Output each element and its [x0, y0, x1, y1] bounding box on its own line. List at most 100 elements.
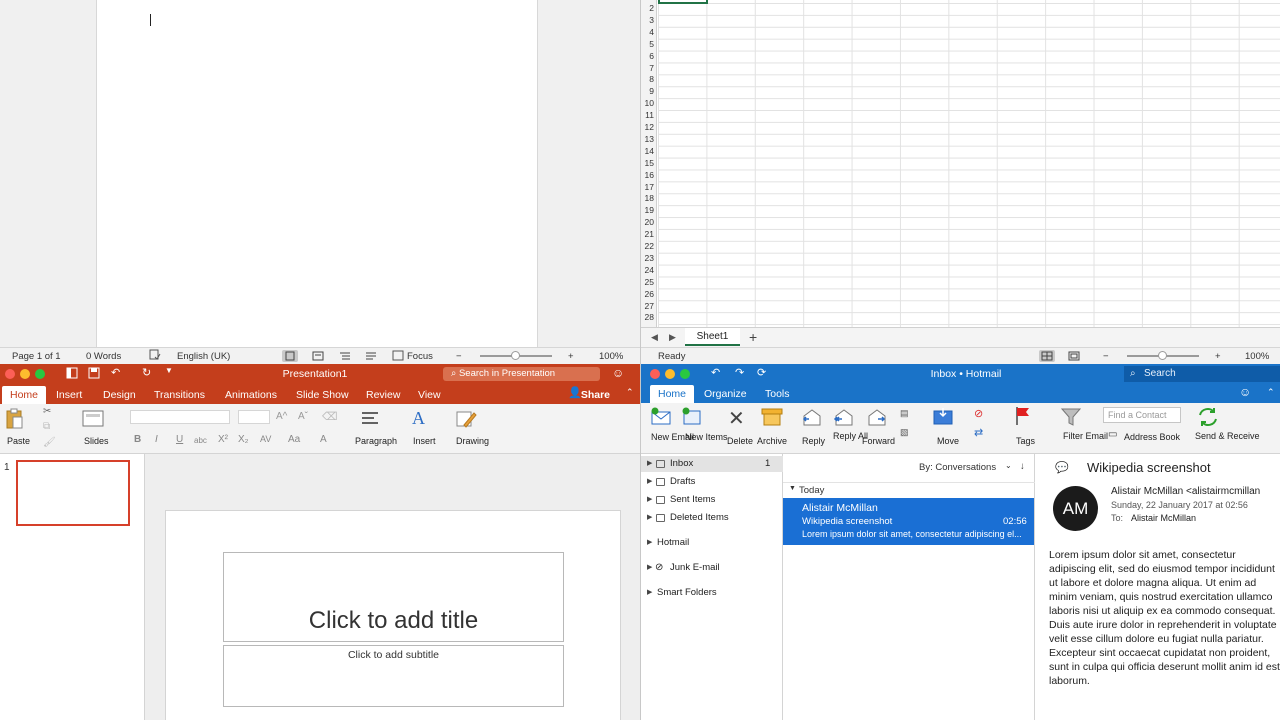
font-color-button[interactable]: A — [320, 434, 327, 445]
zoom-window-button[interactable] — [680, 369, 690, 379]
smart-folders[interactable]: ▶ Smart Folders — [641, 585, 783, 601]
archive-label[interactable]: Archive — [757, 436, 787, 446]
expand-icon[interactable]: ▶ — [647, 560, 652, 576]
tab-transitions[interactable]: Transitions — [154, 386, 205, 404]
copy-icon[interactable]: ⧉ — [43, 421, 50, 432]
tab-organize[interactable]: Organize — [704, 385, 747, 403]
folder-inbox[interactable]: ▶ Inbox 1 — [641, 456, 783, 472]
sort-direction-icon[interactable]: ↓ — [1020, 461, 1025, 472]
insert-textbox-icon[interactable]: A — [412, 408, 425, 429]
collapse-group-icon[interactable]: ▼ — [789, 485, 796, 492]
close-window-button[interactable] — [650, 369, 660, 379]
new-slide-icon[interactable] — [82, 410, 106, 431]
row-number[interactable]: 13 — [641, 134, 656, 144]
reply-all-icon[interactable] — [833, 408, 855, 429]
add-person-icon[interactable]: 👤 — [568, 386, 582, 399]
sidebar-toggle-icon[interactable] — [66, 367, 78, 382]
forward-icon[interactable] — [866, 408, 888, 429]
slide-thumbnail[interactable] — [16, 460, 130, 526]
paragraph-icon[interactable] — [360, 410, 380, 431]
row-number[interactable]: 21 — [641, 229, 656, 239]
document-page[interactable] — [96, 0, 538, 347]
send-receive-icon[interactable] — [1197, 407, 1219, 430]
insert-label[interactable]: Insert — [413, 436, 436, 446]
row-number[interactable]: 15 — [641, 158, 656, 168]
row-number[interactable]: 11 — [641, 110, 656, 120]
subtitle-placeholder[interactable]: Click to add subtitle — [223, 645, 564, 707]
zoom-slider-knob[interactable] — [1158, 351, 1167, 360]
row-number[interactable]: 18 — [641, 193, 656, 203]
page-layout-view-icon[interactable] — [1066, 350, 1082, 362]
minimize-window-button[interactable] — [20, 369, 30, 379]
paste-label[interactable]: Paste — [7, 436, 30, 446]
normal-view-icon[interactable] — [1039, 350, 1055, 362]
zoom-window-button[interactable] — [35, 369, 45, 379]
find-contact-field[interactable]: Find a Contact — [1103, 407, 1181, 423]
font-size-field[interactable] — [238, 410, 270, 424]
collapse-ribbon-icon[interactable]: ⌃ — [626, 387, 634, 398]
smiley-feedback-icon[interactable]: ☺ — [1239, 385, 1251, 399]
row-number[interactable]: 5 — [641, 39, 656, 49]
row-number[interactable]: 28 — [641, 312, 656, 322]
folder-deleted-items[interactable]: ▶ Deleted Items — [641, 510, 783, 526]
folder-drafts[interactable]: ▶ Drafts — [641, 474, 783, 490]
tab-home[interactable]: Home — [650, 385, 694, 403]
tags-flag-icon[interactable] — [1014, 406, 1032, 429]
print-layout-view-icon[interactable] — [282, 350, 298, 362]
sort-by-dropdown[interactable]: By: Conversations — [919, 462, 996, 473]
expand-icon[interactable]: ▶ — [647, 492, 652, 508]
web-layout-view-icon[interactable] — [310, 350, 326, 362]
expand-icon[interactable]: ▶ — [647, 456, 652, 472]
address-book-label[interactable]: Address Book — [1124, 432, 1180, 442]
drawing-shapes-icon[interactable] — [456, 409, 478, 432]
archive-icon[interactable] — [761, 408, 783, 429]
folder-junk-email[interactable]: ▶ ⊘ Junk E-mail — [641, 560, 783, 576]
new-email-icon[interactable] — [650, 407, 672, 428]
address-book-icon[interactable]: ▭ — [1108, 429, 1117, 440]
row-number[interactable]: 25 — [641, 277, 656, 287]
undo-icon[interactable]: ↶ — [711, 366, 720, 379]
reply-label[interactable]: Reply — [802, 436, 825, 446]
forward-label[interactable]: Forward — [862, 436, 895, 446]
italic-button[interactable]: I — [155, 434, 158, 445]
row-number[interactable]: 22 — [641, 241, 656, 251]
row-number[interactable]: 2 — [641, 3, 656, 13]
save-icon[interactable] — [88, 367, 100, 382]
cell-grid[interactable] — [658, 0, 1280, 327]
zoom-level[interactable]: 100% — [1245, 351, 1269, 362]
new-items-label[interactable]: New Items — [685, 433, 709, 442]
selected-cell[interactable] — [658, 0, 708, 4]
row-number[interactable]: 16 — [641, 170, 656, 180]
prev-sheet-icon[interactable]: ◀ — [651, 332, 658, 343]
row-number[interactable]: 26 — [641, 289, 656, 299]
row-number[interactable]: 20 — [641, 217, 656, 227]
close-window-button[interactable] — [5, 369, 15, 379]
delete-icon[interactable]: ✕ — [728, 406, 745, 431]
tab-home[interactable]: Home — [2, 386, 46, 404]
undo-icon[interactable]: ↶ — [111, 366, 120, 379]
slides-label[interactable]: Slides — [84, 436, 109, 446]
redo-icon[interactable]: ↻ — [142, 366, 151, 379]
tab-design[interactable]: Design — [103, 386, 136, 404]
smiley-feedback-icon[interactable]: ☺ — [612, 366, 624, 380]
superscript-button[interactable]: X² — [218, 434, 228, 445]
zoom-out-button[interactable]: − — [456, 351, 462, 362]
row-number[interactable]: 7 — [641, 63, 656, 73]
tags-label[interactable]: Tags — [1016, 436, 1035, 446]
folder-sent-items[interactable]: ▶ Sent Items — [641, 492, 783, 508]
filter-email-label[interactable]: Filter Email — [1063, 432, 1085, 441]
page-count[interactable]: Page 1 of 1 — [12, 351, 61, 362]
move-icon[interactable] — [933, 407, 957, 428]
subscript-button[interactable]: X₂ — [238, 434, 249, 445]
format-painter-icon[interactable]: 🖌 — [43, 437, 56, 448]
increase-font-icon[interactable]: A^ — [276, 411, 287, 422]
cut-icon[interactable]: ✂ — [43, 406, 51, 417]
email-to[interactable]: Alistair McMillan — [1131, 513, 1196, 523]
drawing-label[interactable]: Drawing — [456, 436, 489, 446]
row-number[interactable]: 24 — [641, 265, 656, 275]
title-placeholder[interactable]: Click to add title — [223, 552, 564, 642]
reply-all-label[interactable]: Reply All — [833, 432, 855, 441]
expand-icon[interactable]: ▶ — [647, 535, 652, 551]
account-hotmail[interactable]: ▶ Hotmail — [641, 535, 783, 551]
font-name-field[interactable] — [130, 410, 230, 424]
